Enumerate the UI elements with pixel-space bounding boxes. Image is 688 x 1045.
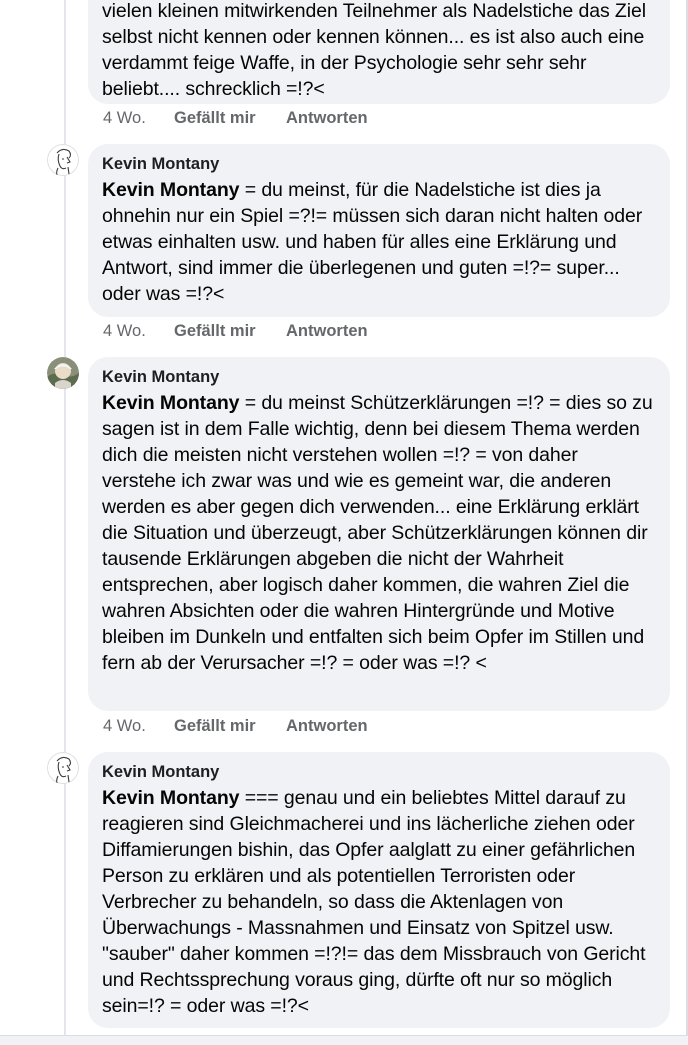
comment-text: Kevin Montany = du meinst Schützerklärun…: [102, 390, 656, 676]
mention-link[interactable]: Kevin Montany: [102, 179, 239, 201]
comment-author[interactable]: Kevin Montany: [102, 154, 656, 174]
sketch-face-icon: [47, 752, 79, 784]
sketch-face-icon: [47, 144, 79, 176]
comment-author[interactable]: Kevin Montany: [102, 367, 656, 387]
avatar[interactable]: [47, 357, 79, 389]
comment-bubble: Kevin Montany Kevin Montany === genau un…: [88, 752, 670, 1028]
avatar[interactable]: [47, 144, 79, 176]
comment-time[interactable]: 4 Wo.: [103, 107, 174, 129]
comment-bubble: Kevin Montany Kevin Montany = du meinst,…: [88, 144, 670, 317]
reply-button[interactable]: Antworten: [286, 715, 368, 737]
comment-text: Kevin Montany = du meinst, für die Nadel…: [102, 177, 656, 307]
comment-bubble: vielen kleinen mitwirkenden Teilnehmer a…: [88, 0, 670, 104]
comment-body: = du meinst Schützerklärungen =!? = dies…: [102, 392, 653, 674]
mention-link[interactable]: Kevin Montany: [102, 787, 239, 809]
reply-button[interactable]: Antworten: [286, 320, 368, 342]
like-button[interactable]: Gefällt mir: [174, 107, 286, 129]
comment-time[interactable]: 4 Wo.: [103, 715, 174, 737]
comment-text: vielen kleinen mitwirkenden Teilnehmer a…: [102, 0, 646, 100]
comment-actions: 4 Wo. Gefällt mir Antworten: [103, 715, 368, 737]
like-button[interactable]: Gefällt mir: [174, 715, 286, 737]
comment-body: === genau und ein beliebtes Mittel darau…: [102, 787, 646, 1017]
comment-actions: 4 Wo. Gefällt mir Antworten: [103, 320, 368, 342]
comment-bubble: Kevin Montany Kevin Montany = du meinst …: [88, 357, 670, 711]
comment-time[interactable]: 4 Wo.: [103, 320, 174, 342]
photo-avatar-icon: [47, 357, 79, 389]
comment-actions: 4 Wo. Gefällt mir Antworten: [103, 107, 368, 129]
mention-link[interactable]: Kevin Montany: [102, 392, 239, 414]
avatar[interactable]: [47, 752, 79, 784]
reply-button[interactable]: Antworten: [286, 107, 368, 129]
like-button[interactable]: Gefällt mir: [174, 320, 286, 342]
comment-author[interactable]: Kevin Montany: [102, 762, 656, 782]
comment-text: Kevin Montany === genau und ein beliebte…: [102, 785, 656, 1019]
